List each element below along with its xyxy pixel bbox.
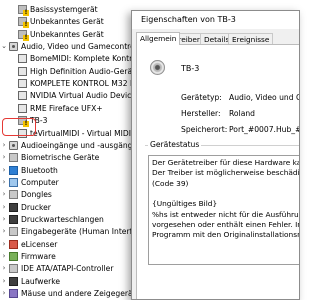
printer-icon bbox=[9, 202, 18, 212]
expand-chevron-icon[interactable]: › bbox=[0, 203, 8, 212]
audio-device-icon bbox=[18, 54, 27, 64]
status-line: %hs ist entweder nicht für die Ausführun… bbox=[152, 209, 299, 219]
expand-chevron-icon[interactable]: › bbox=[0, 141, 8, 150]
tree-item-label: Mäuse und andere Zeigegeräte bbox=[21, 289, 141, 299]
tree-item-label: Audio, Video und Gamecontroller bbox=[21, 42, 147, 52]
elicenser-icon bbox=[9, 239, 18, 249]
audio-category-icon bbox=[9, 42, 18, 52]
expand-chevron-icon[interactable]: › bbox=[0, 166, 8, 175]
audio-device-icon bbox=[18, 91, 27, 101]
audio-device-icon bbox=[18, 79, 27, 89]
tree-item-label: Audioeingänge und -ausgänge bbox=[21, 140, 138, 150]
device-status-text[interactable]: Der Gerätetreiber für diese Hardware kan… bbox=[148, 155, 300, 265]
tree-item-label: Bluetooth bbox=[21, 165, 58, 175]
location-label: Speicherort: bbox=[181, 125, 228, 134]
tree-item-label: Unbekanntes Gerät bbox=[30, 17, 104, 27]
tree-item-label: RME Fireface UFX+ bbox=[30, 103, 103, 113]
status-line: Programm mit den Originalinstallationsme… bbox=[152, 230, 299, 240]
audio-device-icon bbox=[18, 103, 27, 113]
location-value: Port_#0007.Hub_#0001 bbox=[229, 125, 299, 134]
status-line: {Ungültiges Bild} bbox=[152, 199, 218, 209]
expand-chevron-icon[interactable]: › bbox=[0, 277, 8, 286]
expand-chevron-icon[interactable]: › bbox=[0, 153, 8, 162]
biometric-icon bbox=[9, 153, 18, 163]
tree-item-label: Biometrische Geräte bbox=[21, 153, 100, 163]
status-line: (Code 39) bbox=[152, 178, 189, 188]
expand-chevron-icon[interactable]: › bbox=[0, 252, 8, 261]
warning-device-icon bbox=[18, 17, 29, 29]
mouse-icon bbox=[9, 289, 18, 299]
tree-item-label: IDE ATA/ATAPI-Controller bbox=[21, 264, 114, 274]
tree-item-label: Firmware bbox=[21, 252, 56, 261]
drive-icon bbox=[9, 276, 18, 286]
tb3-highlight-circle bbox=[2, 118, 36, 136]
expand-chevron-icon[interactable]: › bbox=[0, 289, 8, 298]
status-line: Der Gerätetreiber für diese Hardware kan… bbox=[152, 158, 299, 167]
expand-chevron-icon[interactable]: › bbox=[0, 215, 8, 224]
tree-item-label: Laufwerke bbox=[21, 276, 61, 286]
tree-item-label: KOMPLETE KONTROL M32 MIDI bbox=[30, 79, 147, 89]
tree-item-label: Druckwarteschlangen bbox=[21, 214, 104, 224]
expand-chevron-icon[interactable]: › bbox=[0, 264, 8, 273]
status-line: Der Treiber ist möglicherweise beschädig… bbox=[152, 168, 300, 178]
audio-device-icon bbox=[18, 66, 27, 76]
tree-item-label: Drucker bbox=[21, 202, 51, 212]
manufacturer-value: Roland bbox=[229, 109, 255, 118]
tree-item-label: Basissystemgerät bbox=[30, 5, 98, 14]
general-tab-panel: TB-3 Gerätetyp: Audio, Video und Game He… bbox=[136, 44, 300, 299]
warning-device-icon bbox=[18, 5, 29, 16]
expand-chevron-icon[interactable]: › bbox=[0, 178, 8, 187]
firmware-icon bbox=[9, 252, 18, 261]
bluetooth-icon bbox=[9, 165, 18, 175]
speaker-icon bbox=[150, 60, 165, 75]
manufacturer-label: Hersteller: bbox=[181, 109, 221, 118]
hid-icon bbox=[9, 227, 18, 237]
device-type-value: Audio, Video und Game bbox=[229, 93, 299, 102]
tree-item-label: eLicenser bbox=[21, 239, 58, 249]
tab-allgemein[interactable]: Allgemein bbox=[136, 32, 181, 45]
warning-device-icon bbox=[18, 29, 29, 41]
tree-item-label: Unbekanntes Gerät bbox=[30, 29, 104, 39]
tree-item-label: High Definition Audio-Gerät bbox=[30, 66, 136, 76]
ide-controller-icon bbox=[9, 264, 18, 274]
tree-item-label: Computer bbox=[21, 177, 59, 187]
device-name: TB-3 bbox=[181, 64, 200, 73]
collapse-chevron-icon[interactable]: ⌄ bbox=[0, 42, 8, 51]
dongle-icon bbox=[9, 190, 18, 200]
audio-io-icon bbox=[9, 140, 18, 150]
dialog-title: Eigenschaften von TB-3 bbox=[141, 15, 236, 24]
device-status-title: Gerätestatus bbox=[148, 140, 202, 149]
print-queue-icon bbox=[9, 214, 18, 224]
properties-dialog: Eigenschaften von TB-3 Allgemein Treiber D… bbox=[131, 10, 300, 300]
dialog-titlebar[interactable]: Eigenschaften von TB-3 bbox=[132, 11, 299, 29]
computer-icon bbox=[9, 177, 18, 187]
status-line: vorgesehen oder enthält einen Fehler. In… bbox=[152, 219, 299, 229]
expand-chevron-icon[interactable]: › bbox=[0, 190, 8, 199]
device-type-label: Gerätetyp: bbox=[181, 93, 222, 102]
tree-item-label: Dongles bbox=[21, 190, 52, 200]
expand-chevron-icon[interactable]: › bbox=[0, 227, 8, 236]
expand-chevron-icon[interactable]: › bbox=[0, 240, 8, 249]
device-status-group: Gerätestatus Der Gerätetreiber für diese… bbox=[145, 140, 300, 296]
